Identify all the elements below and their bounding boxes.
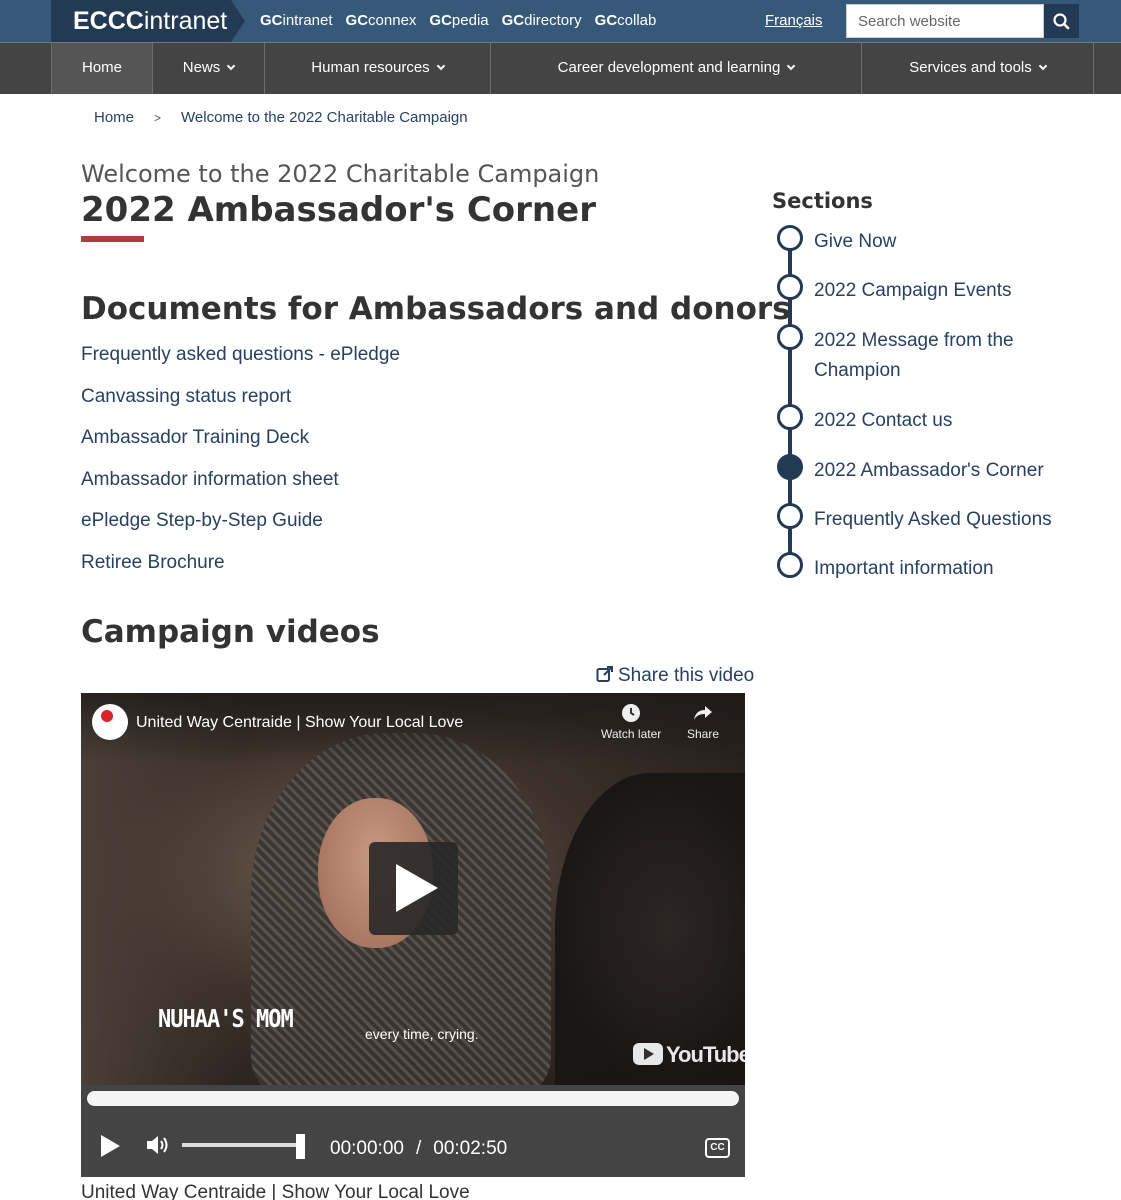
search-button[interactable] [1044,4,1079,38]
doc-link-epledge-guide[interactable]: ePledge Step-by-Step Guide [81,510,400,552]
watch-later-button[interactable]: Watch later [601,703,661,741]
timeline-circle-icon [777,274,803,300]
brand-arrow-shape [231,0,245,42]
section-link-give-now[interactable]: Give Now [814,227,1054,257]
language-toggle-link[interactable]: Français [765,12,823,29]
volume-slider-handle[interactable] [296,1134,305,1159]
gc-link-pedia[interactable]: GCpedia [429,0,488,42]
documents-heading: Documents for Ambassadors and donors [81,291,791,327]
search-input[interactable] [846,4,1044,38]
current-time: 00:00:00 [330,1138,404,1159]
doc-link-info-sheet[interactable]: Ambassador information sheet [81,469,400,511]
gc-link-directory[interactable]: GCdirectory [502,0,582,42]
gc-link-intranet[interactable]: GCintranet [260,0,333,42]
volume-icon[interactable] [145,1134,171,1156]
brand-logo: ECCCintranet [51,0,231,42]
gc-links: GCintranet GCconnex GCpedia GCdirectory … [260,0,669,42]
top-bar: ECCCintranet GCintranet GCconnex GCpedia… [0,0,1121,42]
breadcrumb-separator: > [154,111,162,125]
page-title: 2022 Ambassador's Corner [81,190,596,230]
video-frame-shadow [555,773,745,1085]
doc-link-canvassing-report[interactable]: Canvassing status report [81,386,400,428]
channel-avatar[interactable] [92,704,128,740]
doc-link-faq-epledge[interactable]: Frequently asked questions - ePledge [81,344,400,386]
timeline-circle-icon [777,404,803,430]
closed-captions-button[interactable]: CC [705,1138,730,1158]
share-external-icon [596,666,613,682]
share-arrow-icon [694,706,713,720]
video-caption: United Way Centraide | Show Your Local L… [81,1182,470,1200]
site-brand-link[interactable]: ECCCintranet [51,0,245,42]
section-link-contact-us[interactable]: 2022 Contact us [814,406,1054,436]
video-lower-third-name: NUHAA'S MOM [158,1005,294,1034]
video-time-display: 00:00:00 / 00:02:50 [330,1138,507,1160]
nav-home[interactable]: Home [51,43,152,94]
video-controls: 00:00:00 / 00:02:50 CC [81,1085,745,1177]
youtube-logo[interactable]: YouTube [633,1042,745,1068]
section-link-ambassadors-corner[interactable]: 2022 Ambassador's Corner [814,456,1054,486]
nav-human-resources[interactable]: Human resources [264,43,490,94]
video-progress-bar[interactable] [87,1091,739,1106]
breadcrumb-campaign[interactable]: Welcome to the 2022 Charitable Campaign [181,109,468,126]
gc-link-collab[interactable]: GCcollab [595,0,657,42]
chevron-down-icon [436,61,445,71]
documents-list: Frequently asked questions - ePledge Can… [81,344,400,594]
video-player[interactable]: United Way Centraide | Show Your Local L… [81,693,745,1085]
timeline-circle-icon [777,324,803,350]
time-separator: / [415,1138,422,1159]
title-underline [81,236,144,242]
section-link-faq[interactable]: Frequently Asked Questions [814,505,1054,535]
section-link-campaign-events[interactable]: 2022 Campaign Events [814,276,1054,306]
share-video-link[interactable]: Share this video [596,665,754,687]
nav-news[interactable]: News [152,43,264,94]
chevron-down-icon [787,61,796,71]
youtube-video-title[interactable]: United Way Centraide | Show Your Local L… [136,714,463,732]
nav-services-and-tools[interactable]: Services and tools [861,43,1094,94]
timeline-circle-icon [777,552,803,578]
clock-icon [622,704,641,722]
search-icon [1053,13,1070,30]
gc-link-connex[interactable]: GCconnex [346,0,417,42]
youtube-play-icon [633,1043,663,1065]
video-duration: 00:02:50 [433,1138,508,1159]
chevron-down-icon [1038,61,1048,71]
youtube-share-button[interactable]: Share [687,703,719,741]
doc-link-retiree-brochure[interactable]: Retiree Brochure [81,552,400,594]
page-pre-title: Welcome to the 2022 Charitable Campaign [81,160,600,188]
volume-slider-track[interactable] [182,1143,302,1147]
video-subtitle: every time, crying. [365,1026,479,1042]
timeline-current-circle-icon [777,454,803,480]
breadcrumb-home[interactable]: Home [94,109,134,126]
doc-link-training-deck[interactable]: Ambassador Training Deck [81,427,400,469]
section-link-important-info[interactable]: Important information [814,554,1054,584]
play-icon[interactable] [101,1135,120,1157]
breadcrumb: Home > Welcome to the 2022 Charitable Ca… [94,109,468,126]
campaign-videos-heading: Campaign videos [81,614,380,650]
timeline-circle-icon [777,503,803,529]
play-video-button[interactable] [369,842,458,935]
timeline-circle-icon [777,225,803,251]
sections-heading: Sections [772,189,873,213]
chevron-down-icon [227,61,236,71]
nav-career-development[interactable]: Career development and learning [490,43,861,94]
main-navigation: Home News Human resources Career develop… [0,42,1121,94]
section-link-champion-message[interactable]: 2022 Message from the Champion [814,326,1054,386]
